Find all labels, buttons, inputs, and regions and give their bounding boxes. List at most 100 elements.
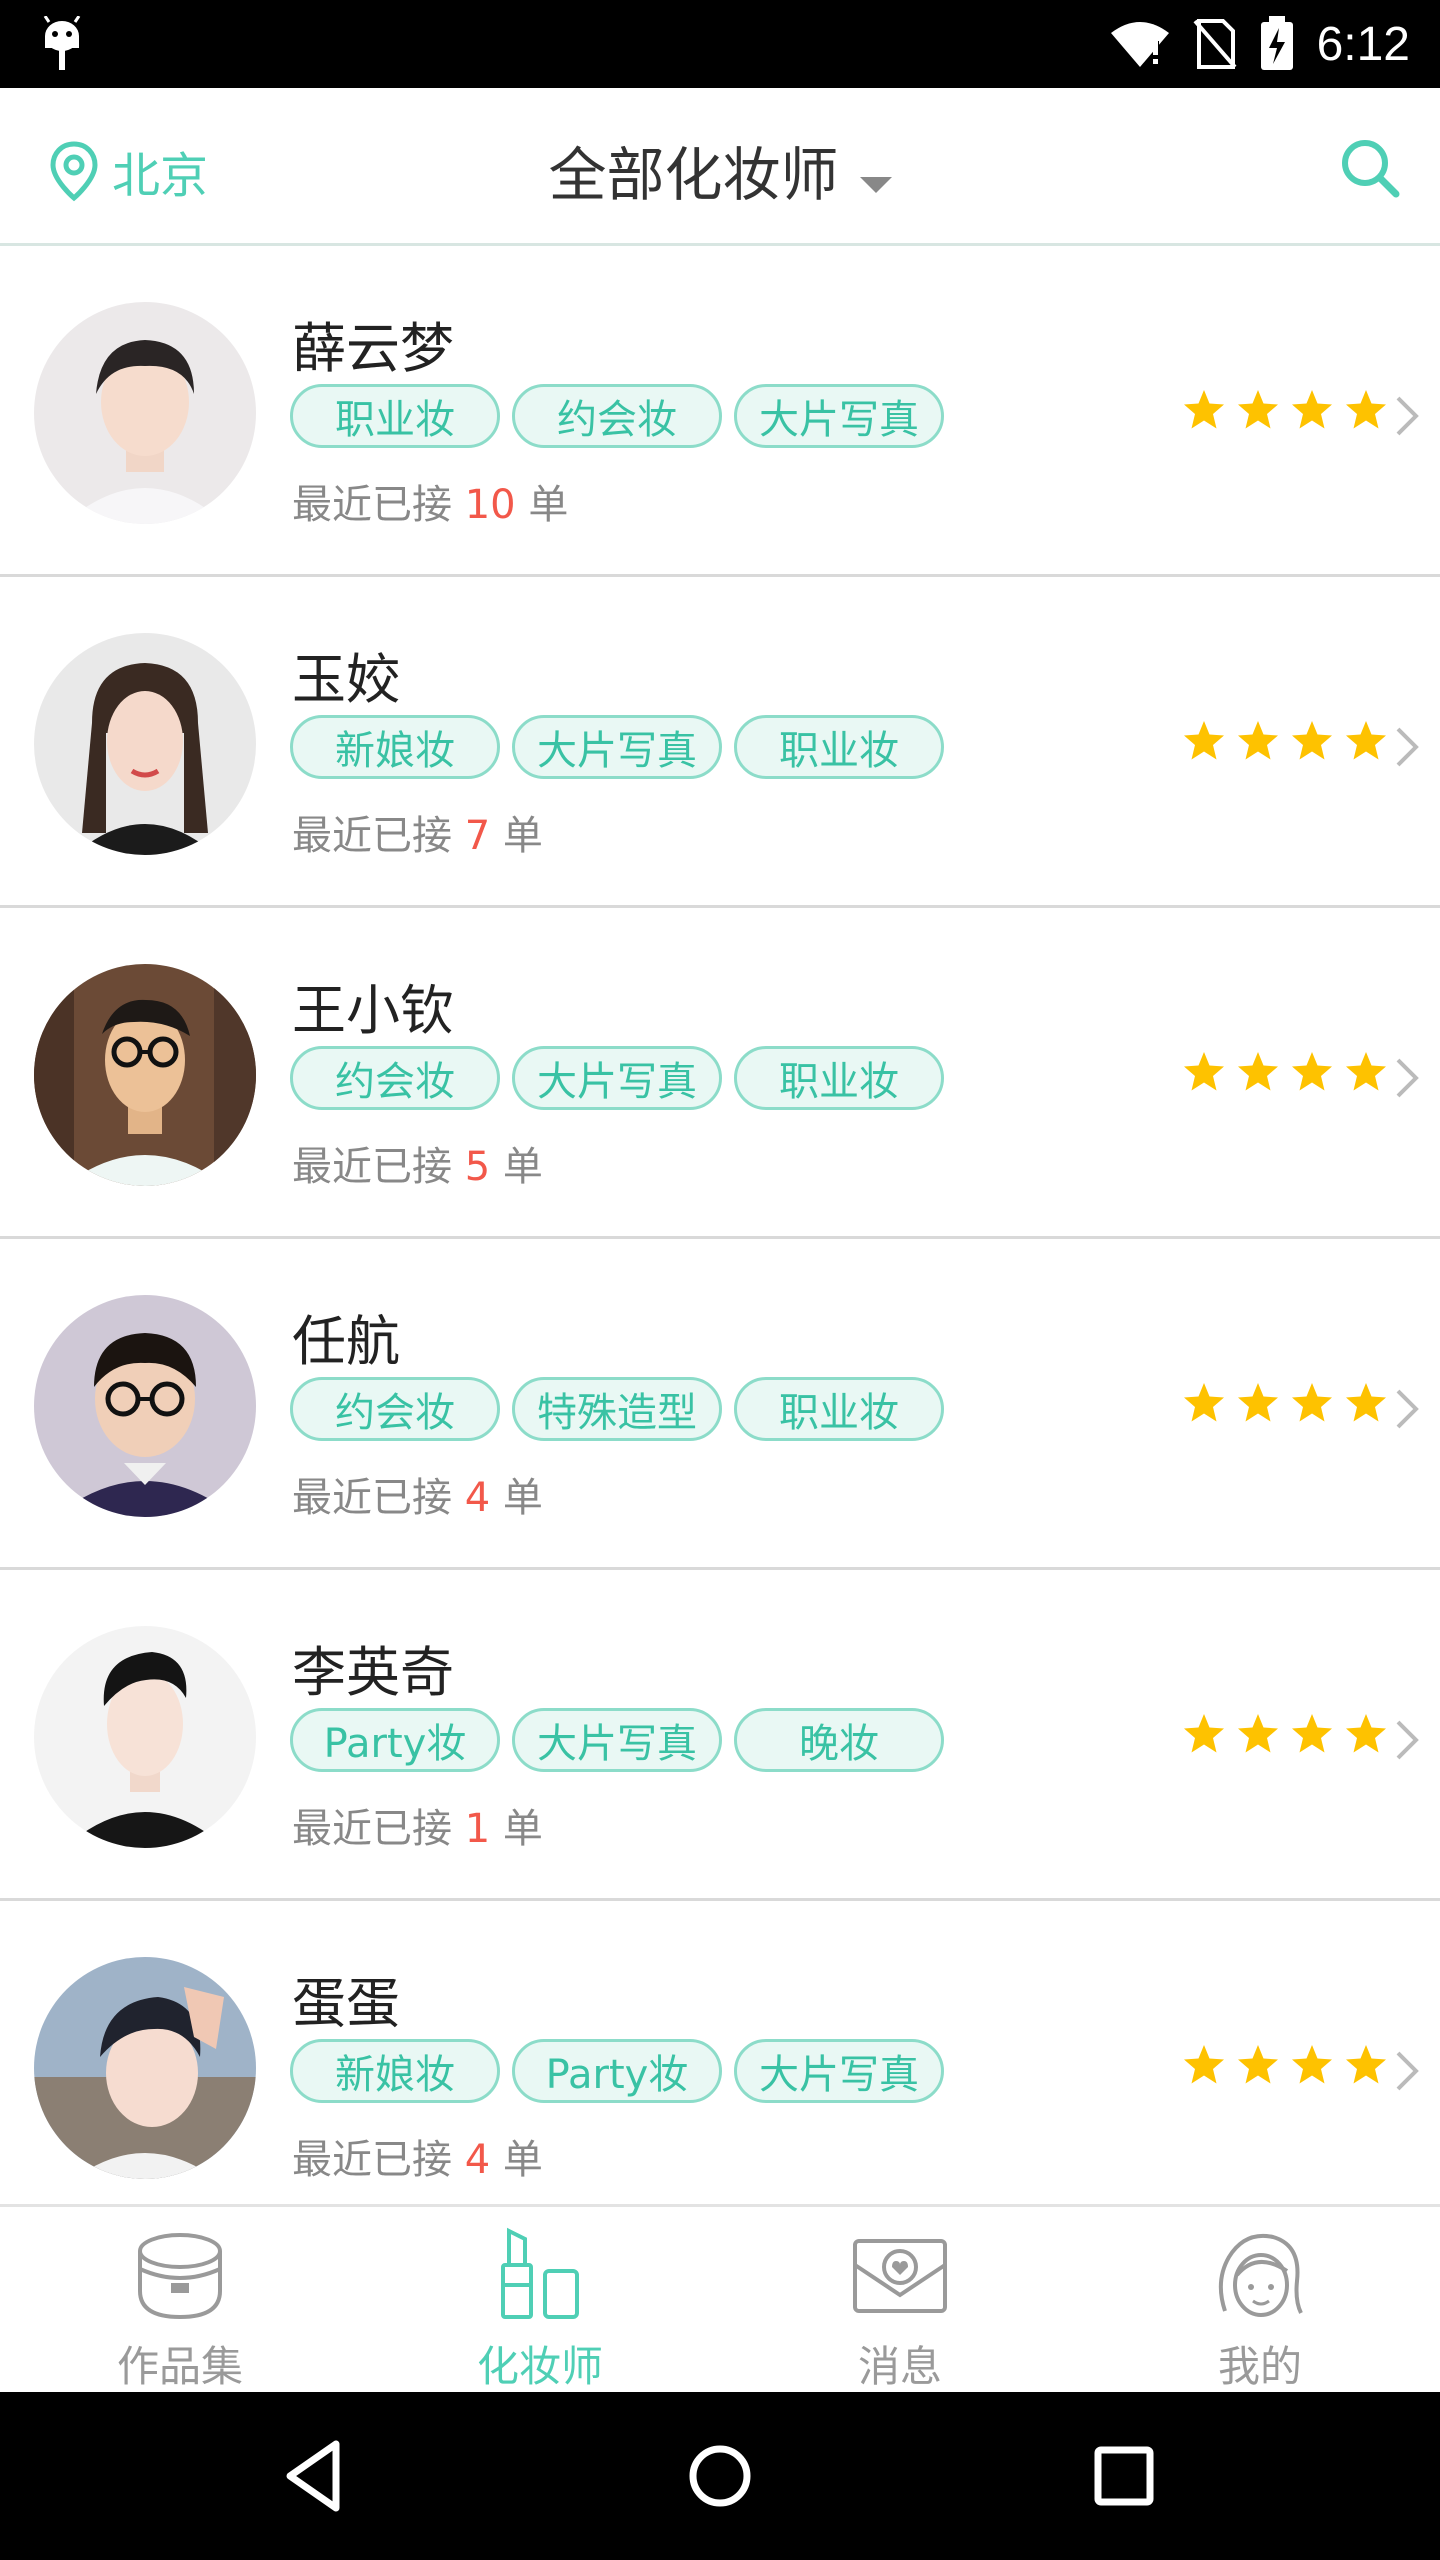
avatar xyxy=(34,1957,256,2179)
back-icon[interactable] xyxy=(276,2436,356,2516)
recent-apps-icon[interactable] xyxy=(1084,2436,1164,2516)
android-debug-icon xyxy=(43,16,81,70)
specialty-tag: Party妆 xyxy=(290,1708,500,1772)
star-icon xyxy=(1346,721,1386,760)
rating-stars xyxy=(1182,388,1388,432)
avatar xyxy=(34,302,256,524)
tab-label: 化妆师 xyxy=(476,2342,603,2391)
specialty-tag: 约会妆 xyxy=(290,1377,500,1441)
recent-orders: 最近已接 4 单 xyxy=(292,1475,543,1521)
artist-row[interactable]: 薛云梦 职业妆 约会妆 大片写真 最近已接 10 单 xyxy=(0,246,1440,577)
artist-name: 任航 xyxy=(292,1310,400,1373)
chevron-right-icon xyxy=(1396,2051,1419,2091)
status-time: 6:12 xyxy=(1316,17,1410,71)
app-header: 北京 全部化妆师 xyxy=(0,88,1440,246)
wifi-icon xyxy=(1110,22,1169,67)
page-title: 全部化妆师 xyxy=(548,141,839,209)
order-count: 4 xyxy=(464,1475,491,1521)
recent-orders: 最近已接 7 单 xyxy=(292,813,543,859)
tab-profile[interactable]: 我的 xyxy=(1080,2207,1440,2392)
artist-name: 玉姣 xyxy=(292,648,400,711)
rating-stars xyxy=(1182,2043,1388,2087)
caret-down-icon xyxy=(859,176,892,193)
bottom-tab-bar: 作品集 化妆师 消息 我的 xyxy=(0,2204,1440,2392)
specialty-tag: 大片写真 xyxy=(734,2039,944,2103)
rating-stars xyxy=(1182,1050,1388,1094)
status-bar: 6:12 xyxy=(0,0,1440,88)
order-count: 10 xyxy=(464,482,516,528)
star-icon xyxy=(1184,1052,1224,1091)
artist-row[interactable]: 李英奇 Party妆 大片写真 晚妆 最近已接 1 单 xyxy=(0,1570,1440,1901)
star-icon xyxy=(1184,1714,1224,1753)
avatar xyxy=(34,1295,256,1517)
tab-label: 作品集 xyxy=(116,2342,243,2391)
order-count: 7 xyxy=(464,813,491,859)
star-icon xyxy=(1238,721,1278,760)
artist-name: 蛋蛋 xyxy=(292,1972,400,2035)
artist-name: 王小钦 xyxy=(292,979,454,1042)
specialty-tag: 职业妆 xyxy=(734,1377,944,1441)
star-icon xyxy=(1184,2045,1224,2084)
star-icon xyxy=(1292,2045,1332,2084)
star-icon xyxy=(1238,390,1278,429)
recent-orders: 最近已接 10 单 xyxy=(292,482,569,528)
order-count: 5 xyxy=(464,1144,491,1190)
system-nav-bar xyxy=(0,2392,1440,2560)
star-icon xyxy=(1346,1714,1386,1753)
star-icon xyxy=(1346,2045,1386,2084)
recent-orders: 最近已接 1 单 xyxy=(292,1806,543,1852)
star-icon xyxy=(1346,1383,1386,1422)
specialty-tag: 特殊造型 xyxy=(512,1377,722,1441)
star-icon xyxy=(1346,390,1386,429)
artist-row[interactable]: 玉姣 新娘妆 大片写真 职业妆 最近已接 7 单 xyxy=(0,577,1440,908)
artist-row[interactable]: 任航 约会妆 特殊造型 职业妆 最近已接 4 单 xyxy=(0,1239,1440,1570)
tab-messages[interactable]: 消息 xyxy=(720,2207,1080,2392)
specialty-tags: Party妆 大片写真 晚妆 xyxy=(290,1708,944,1772)
home-icon[interactable] xyxy=(680,2436,760,2516)
chevron-right-icon xyxy=(1396,1389,1419,1429)
artist-row[interactable]: 王小钦 约会妆 大片写真 职业妆 最近已接 5 单 xyxy=(0,908,1440,1239)
star-icon xyxy=(1292,1714,1332,1753)
specialty-tags: 新娘妆 Party妆 大片写真 xyxy=(290,2039,944,2103)
specialty-tag: 新娘妆 xyxy=(290,715,500,779)
specialty-tags: 职业妆 约会妆 大片写真 xyxy=(290,384,944,448)
specialty-tag: 职业妆 xyxy=(734,1046,944,1110)
recent-orders: 最近已接 5 单 xyxy=(292,1144,543,1190)
star-icon xyxy=(1292,1383,1332,1422)
chevron-right-icon xyxy=(1396,1058,1419,1098)
rating-stars xyxy=(1182,719,1388,763)
tab-portfolio[interactable]: 作品集 xyxy=(0,2207,360,2392)
star-icon xyxy=(1184,1383,1224,1422)
no-sim-icon xyxy=(1193,19,1237,69)
chevron-right-icon xyxy=(1396,1720,1419,1760)
envelope-heart-icon xyxy=(853,2239,947,2313)
specialty-tag: 约会妆 xyxy=(512,384,722,448)
artist-row[interactable]: 蛋蛋 新娘妆 Party妆 大片写真 最近已接 4 单 xyxy=(0,1901,1440,2204)
avatar xyxy=(34,633,256,855)
rating-stars xyxy=(1182,1381,1388,1425)
avatar xyxy=(34,964,256,1186)
specialty-tags: 新娘妆 大片写真 职业妆 xyxy=(290,715,944,779)
specialty-tag: 大片写真 xyxy=(512,1046,722,1110)
specialty-tags: 约会妆 特殊造型 职业妆 xyxy=(290,1377,944,1441)
specialty-tag: 大片写真 xyxy=(512,1708,722,1772)
rating-stars xyxy=(1182,1712,1388,1756)
specialty-tags: 约会妆 大片写真 职业妆 xyxy=(290,1046,944,1110)
specialty-tag: 晚妆 xyxy=(734,1708,944,1772)
tab-artists[interactable]: 化妆师 xyxy=(360,2207,720,2392)
order-count: 4 xyxy=(464,2137,491,2183)
star-icon xyxy=(1292,721,1332,760)
avatar xyxy=(34,1626,256,1848)
star-icon xyxy=(1238,1714,1278,1753)
search-icon[interactable] xyxy=(1336,134,1404,202)
artist-name: 李英奇 xyxy=(292,1641,454,1704)
artist-list: 薛云梦 职业妆 约会妆 大片写真 最近已接 10 单 玉姣 新娘妆 大片写真 职… xyxy=(0,246,1440,2204)
specialty-tag: 职业妆 xyxy=(734,715,944,779)
specialty-tag: 大片写真 xyxy=(512,715,722,779)
star-icon xyxy=(1238,1052,1278,1091)
artist-filter-dropdown[interactable]: 全部化妆师 xyxy=(548,128,892,212)
star-icon xyxy=(1184,721,1224,760)
battery-charging-icon xyxy=(1260,16,1293,70)
star-icon xyxy=(1346,1052,1386,1091)
chevron-right-icon xyxy=(1396,727,1419,767)
